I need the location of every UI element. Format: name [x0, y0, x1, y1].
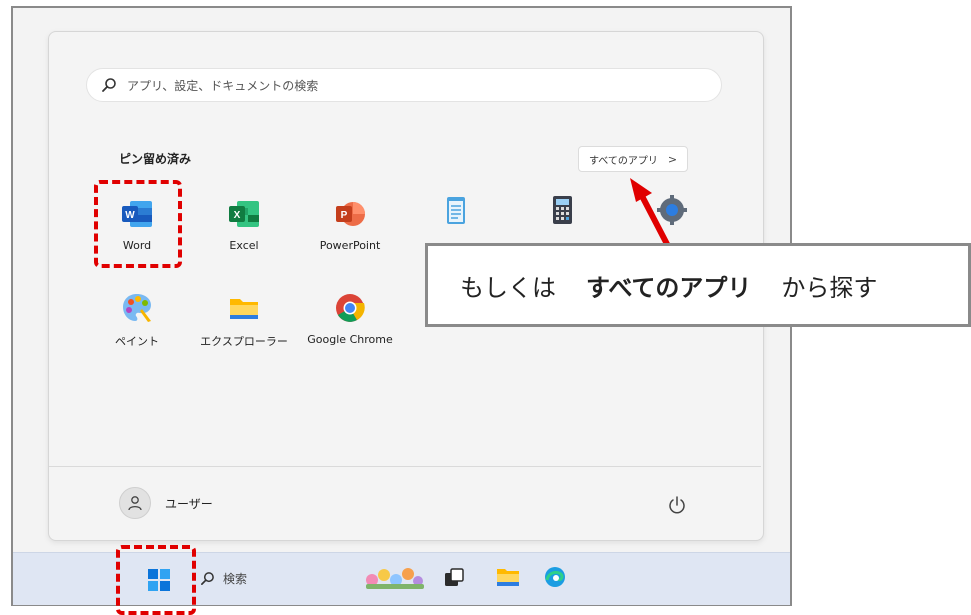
- callout-box: もしくは すべてのアプリ から探す: [425, 243, 971, 327]
- callout-suffix: から探す: [781, 273, 878, 302]
- callout-emphasis: すべてのアプリ: [586, 273, 752, 302]
- callout-prefix: もしくは: [460, 273, 556, 302]
